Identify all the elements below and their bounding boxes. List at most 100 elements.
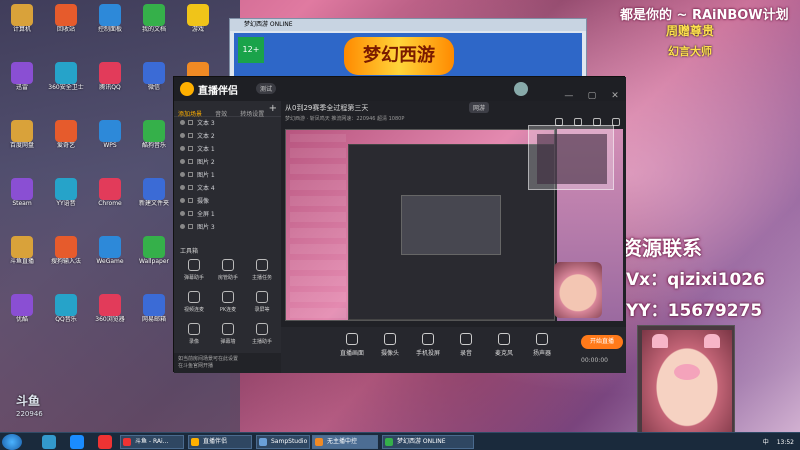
- tool-button[interactable]: 主播助手: [248, 323, 276, 351]
- tool-label: 录像: [188, 339, 199, 345]
- eye-icon[interactable]: [180, 159, 185, 164]
- desktop-icon[interactable]: Wallpaper: [134, 236, 174, 280]
- tool-button[interactable]: 录像: [180, 323, 208, 351]
- desktop-icon[interactable]: 新建文件夹: [134, 178, 174, 222]
- source-item[interactable]: 图片 3: [174, 221, 281, 234]
- tool-button[interactable]: 主播任务: [248, 259, 276, 287]
- taskbar-task[interactable]: 无主播中控: [312, 435, 378, 449]
- tool-button[interactable]: 房管助手: [214, 259, 242, 287]
- desktop-icon[interactable]: 360安全卫士: [46, 62, 86, 106]
- minimize-icon[interactable]: —: [564, 91, 574, 101]
- desktop-icon[interactable]: 网易邮箱: [134, 294, 174, 338]
- lock-icon[interactable]: [188, 120, 193, 125]
- lock-icon[interactable]: [188, 198, 193, 203]
- lock-icon[interactable]: [188, 159, 193, 164]
- source-item[interactable]: 图片 2: [174, 156, 281, 169]
- eye-icon[interactable]: [180, 198, 185, 203]
- desktop-icon[interactable]: 百度网盘: [2, 120, 42, 164]
- source-item[interactable]: 文本 2: [174, 130, 281, 143]
- add-source-icon[interactable]: +: [269, 103, 277, 114]
- camera-icon: [384, 333, 396, 345]
- desktop-icon[interactable]: 斗鱼直播: [2, 236, 42, 280]
- tab-transition[interactable]: 转场设置: [236, 105, 268, 122]
- record-button[interactable]: 录音: [449, 333, 483, 357]
- stream-category-tag[interactable]: 网游: [469, 102, 490, 113]
- desktop-icon[interactable]: 搜狗输入法: [46, 236, 86, 280]
- source-item[interactable]: 文本 4: [174, 182, 281, 195]
- lock-icon[interactable]: [188, 172, 193, 177]
- desktop-icon[interactable]: Chrome: [90, 178, 130, 222]
- desktop-icon-label: 爱奇艺: [56, 142, 75, 149]
- lock-icon[interactable]: [188, 146, 193, 151]
- tool-label: 视频连麦: [183, 307, 204, 313]
- taskbar-task[interactable]: 梦幻西游 ONLINE: [382, 435, 474, 449]
- tool-button[interactable]: 弹幕助手: [180, 259, 208, 287]
- tool-label: 录屏等: [254, 307, 270, 313]
- start-live-button[interactable]: 开始直播: [581, 335, 623, 349]
- app-icon: [55, 4, 77, 26]
- desktop-icon[interactable]: 控制面板: [90, 4, 130, 48]
- desktop-icon[interactable]: 爱奇艺: [46, 120, 86, 164]
- phone-cast-button[interactable]: 手机投屏: [411, 333, 445, 357]
- quicklaunch-weibo-icon[interactable]: [98, 435, 112, 449]
- lock-icon[interactable]: [188, 133, 193, 138]
- scene-footer: 如当前房间场景可在此设置 在斗鱼官网开播: [174, 353, 281, 373]
- stream-preview[interactable]: [285, 129, 555, 321]
- camera-button[interactable]: 摄像头: [373, 333, 407, 357]
- tray-clock[interactable]: 13:52: [777, 439, 794, 446]
- taskbar-task[interactable]: SampStudio Pro: [256, 435, 310, 449]
- tool-icon: [256, 323, 268, 335]
- app-icon: [55, 294, 77, 316]
- taskbar-task[interactable]: 直播伴侣: [188, 435, 252, 449]
- start-button[interactable]: [2, 434, 22, 450]
- tool-button[interactable]: PK连麦: [214, 291, 242, 319]
- taskbar-task[interactable]: 斗鱼 - RAi...: [120, 435, 184, 449]
- eye-icon[interactable]: [180, 172, 185, 177]
- desktop-icon[interactable]: 迅雷: [2, 62, 42, 106]
- source-item[interactable]: 全屏 1: [174, 208, 281, 221]
- desktop-icon[interactable]: 游戏: [178, 4, 218, 48]
- tool-button[interactable]: 视频连麦: [180, 291, 208, 319]
- eye-icon[interactable]: [180, 185, 185, 190]
- source-item[interactable]: 摄像: [174, 195, 281, 208]
- eye-icon[interactable]: [180, 146, 185, 151]
- speaker-button[interactable]: 扬声器: [525, 333, 559, 357]
- microphone-icon: [498, 333, 510, 345]
- close-icon[interactable]: ✕: [610, 91, 620, 101]
- lock-icon[interactable]: [188, 211, 193, 216]
- desktop-icon[interactable]: WeGame: [90, 236, 130, 280]
- desktop-icon[interactable]: 计算机: [2, 4, 42, 48]
- desktop-icon[interactable]: 微信: [134, 62, 174, 106]
- desktop-icon-label: WPS: [103, 142, 117, 149]
- eye-icon[interactable]: [180, 120, 185, 125]
- game-window[interactable]: 梦幻西游 ONLINE 12+ 梦幻西游: [229, 18, 587, 80]
- desktop-icon[interactable]: 我的文档: [134, 4, 174, 48]
- tool-button[interactable]: 录屏等: [248, 291, 276, 319]
- desktop-icon[interactable]: QQ音乐: [46, 294, 86, 338]
- screen-capture-button[interactable]: 直播画面: [335, 333, 369, 357]
- desktop-icon[interactable]: Steam: [2, 178, 42, 222]
- desktop-icon[interactable]: 360浏览器: [90, 294, 130, 338]
- quicklaunch-ie-icon[interactable]: [42, 435, 56, 449]
- eye-icon[interactable]: [180, 211, 185, 216]
- desktop-icon[interactable]: 优酷: [2, 294, 42, 338]
- eye-icon[interactable]: [180, 133, 185, 138]
- tool-button[interactable]: 弹幕墙: [214, 323, 242, 351]
- lock-icon[interactable]: [188, 185, 193, 190]
- microphone-button[interactable]: 麦克风: [487, 333, 521, 357]
- source-item[interactable]: 文本 1: [174, 143, 281, 156]
- quicklaunch-k-icon[interactable]: [70, 435, 84, 449]
- tray-language[interactable]: 中: [763, 439, 769, 446]
- desktop-icon[interactable]: YY语音: [46, 178, 86, 222]
- maximize-icon[interactable]: ▢: [587, 91, 597, 101]
- stream-title[interactable]: 从0到29赛季全过程第三天: [285, 103, 368, 113]
- user-avatar[interactable]: [514, 82, 528, 96]
- footer-link[interactable]: 在斗鱼官网开播: [178, 362, 277, 369]
- eye-icon[interactable]: [180, 224, 185, 229]
- desktop-icon[interactable]: WPS: [90, 120, 130, 164]
- desktop-icon[interactable]: 回收站: [46, 4, 86, 48]
- desktop-icon[interactable]: 腾讯QQ: [90, 62, 130, 106]
- desktop-icon[interactable]: 酷狗音乐: [134, 120, 174, 164]
- source-item[interactable]: 图片 1: [174, 169, 281, 182]
- lock-icon[interactable]: [188, 224, 193, 229]
